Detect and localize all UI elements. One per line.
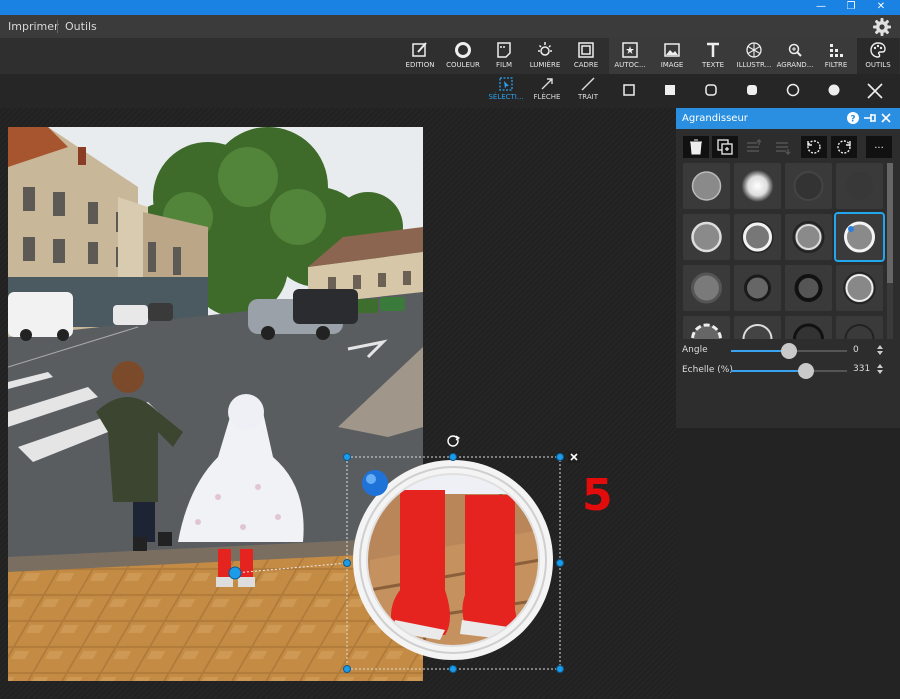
style-thumb[interactable] [785, 265, 832, 311]
style-thumb[interactable] [836, 316, 883, 339]
annotation-number: 5 [582, 470, 613, 521]
scale-slider-fill [731, 370, 807, 372]
angle-slider[interactable] [731, 343, 847, 359]
scale-spinner-icon[interactable] [876, 363, 884, 375]
rotate-right-icon[interactable] [831, 136, 857, 158]
style-thumb[interactable] [734, 265, 781, 311]
style-thumb[interactable] [734, 163, 781, 209]
style-thumb[interactable] [683, 316, 730, 339]
svg-text:?: ? [850, 115, 855, 125]
style-thumb[interactable] [836, 163, 883, 209]
style-thumb[interactable] [785, 316, 832, 339]
magnifier-style-grid [683, 163, 886, 339]
angle-spinner-icon[interactable] [876, 344, 884, 356]
more-options-button[interactable]: ... [866, 136, 892, 158]
delete-annotation-icon [568, 451, 580, 463]
panel-title: Agrandisseur [682, 113, 748, 124]
pin-icon[interactable] [863, 111, 877, 125]
style-thumb[interactable] [785, 163, 832, 209]
scale-value[interactable]: 331 [853, 364, 870, 374]
style-thumb[interactable] [683, 214, 730, 260]
style-thumb[interactable] [683, 163, 730, 209]
help-icon[interactable]: ? [846, 111, 860, 125]
bring-forward-icon[interactable] [741, 136, 767, 158]
style-thumb[interactable] [734, 316, 781, 339]
angle-slider-knob[interactable] [781, 343, 797, 359]
scrollbar-thumb[interactable] [887, 163, 893, 283]
style-thumb[interactable] [734, 214, 781, 260]
style-thumb[interactable] [785, 214, 832, 260]
duplicate-icon[interactable] [712, 136, 738, 158]
panel-close-icon[interactable] [879, 111, 893, 125]
angle-label: Angle [682, 345, 708, 355]
rotate-left-icon[interactable] [801, 136, 827, 158]
style-thumb-selected[interactable] [834, 212, 885, 262]
trash-icon[interactable] [683, 136, 709, 158]
grid-scrollbar[interactable] [887, 163, 893, 339]
style-thumb[interactable] [836, 265, 883, 311]
scale-label: Echelle (%) [682, 365, 733, 375]
rotate-handle-icon [447, 435, 461, 447]
style-thumb[interactable] [683, 265, 730, 311]
send-backward-icon[interactable] [770, 136, 796, 158]
angle-value[interactable]: 0 [853, 345, 859, 355]
scale-slider[interactable] [731, 363, 847, 379]
